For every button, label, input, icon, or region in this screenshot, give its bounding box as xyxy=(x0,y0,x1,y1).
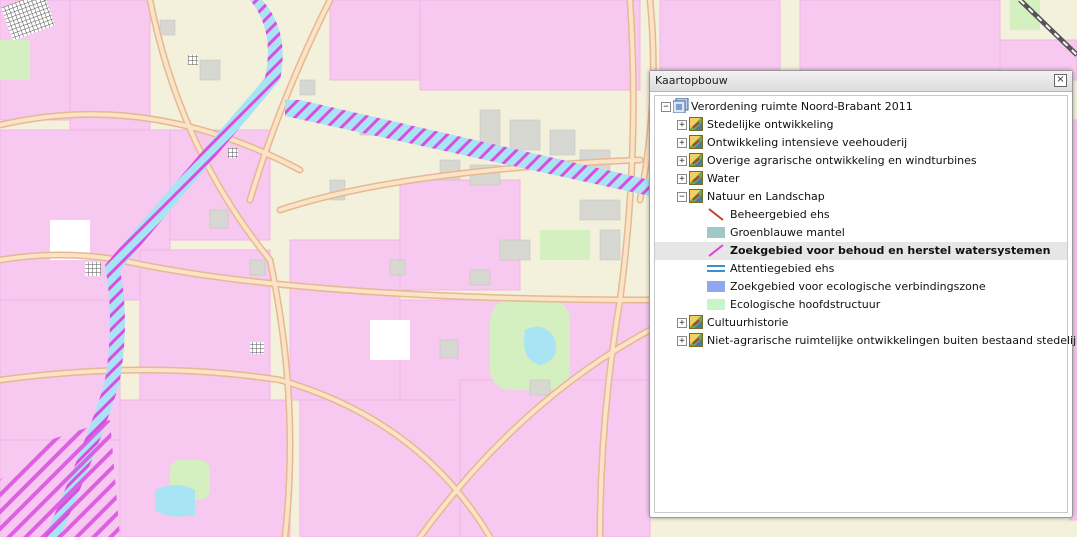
diagonal-line-icon xyxy=(708,244,724,257)
fill-swatch-icon xyxy=(707,299,725,310)
tree-group-stedelijke[interactable]: + Stedelijke ontwikkeling xyxy=(655,116,1067,134)
expand-icon[interactable]: + xyxy=(677,120,687,130)
tree-group-cultuurhistorie[interactable]: + Cultuurhistorie xyxy=(655,314,1067,332)
legend-item-label: Zoekgebied voor behoud en herstel waters… xyxy=(730,244,1051,257)
legend-item-verbindingszone[interactable]: Zoekgebied voor ecologische verbindingsz… xyxy=(655,278,1067,296)
legend-item-label: Ecologische hoofdstructuur xyxy=(730,298,881,311)
tree-group-niet-agrarisch[interactable]: + Niet-agrarische ruimtelijke ontwikkeli… xyxy=(655,332,1077,350)
legend-item-label: Attentiegebied ehs xyxy=(730,262,835,275)
layer-group-icon xyxy=(689,189,703,203)
tree-group-label: Overige agrarische ontwikkeling en windt… xyxy=(707,154,977,167)
legend-item-watersystemen[interactable]: Zoekgebied voor behoud en herstel waters… xyxy=(655,242,1067,260)
fill-swatch-icon xyxy=(707,281,725,292)
tree-group-agrarisch[interactable]: + Overige agrarische ontwikkeling en win… xyxy=(655,152,1067,170)
collapse-icon[interactable]: − xyxy=(661,102,671,112)
collapse-icon[interactable]: − xyxy=(677,192,687,202)
tree-group-veehouderij[interactable]: + Ontwikkeling intensieve veehouderij xyxy=(655,134,1067,152)
layers-panel: Kaartopbouw × − Verordening ruimte Noord… xyxy=(649,70,1077,518)
map-service-icon xyxy=(673,98,689,113)
expand-icon[interactable]: + xyxy=(677,336,687,346)
double-line-icon xyxy=(707,265,725,272)
legend-item-label: Beheergebied ehs xyxy=(730,208,830,221)
layer-group-icon xyxy=(689,171,703,185)
layer-group-icon xyxy=(689,315,703,329)
layer-group-icon xyxy=(689,153,703,167)
tree-group-label: Ontwikkeling intensieve veehouderij xyxy=(707,136,908,149)
panel-header[interactable]: Kaartopbouw × xyxy=(650,71,1072,92)
fill-swatch-icon xyxy=(707,227,725,238)
legend-item-hoofdstructuur[interactable]: Ecologische hoofdstructuur xyxy=(655,296,1067,314)
tree-group-label: Stedelijke ontwikkeling xyxy=(707,118,834,131)
legend-item-label: Groenblauwe mantel xyxy=(730,226,845,239)
tree-group-label: Water xyxy=(707,172,740,185)
close-icon[interactable]: × xyxy=(1054,74,1067,87)
layer-tree: − Verordening ruimte Noord-Brabant 2011 … xyxy=(654,95,1077,513)
tree-group-label: Niet-agrarische ruimtelijke ontwikkeling… xyxy=(707,334,1077,347)
expand-icon[interactable]: + xyxy=(677,156,687,166)
legend-item-beheergebied[interactable]: Beheergebied ehs xyxy=(655,206,1067,224)
legend-item-label: Zoekgebied voor ecologische verbindingsz… xyxy=(730,280,986,293)
diagonal-line-icon xyxy=(708,208,724,221)
tree-group-natuur[interactable]: − Natuur en Landschap xyxy=(655,188,1067,206)
legend-item-attentiegebied[interactable]: Attentiegebied ehs xyxy=(655,260,1067,278)
panel-title: Kaartopbouw xyxy=(655,74,728,87)
layer-group-icon xyxy=(689,117,703,131)
tree-group-label: Natuur en Landschap xyxy=(707,190,825,203)
tree-root-label: Verordening ruimte Noord-Brabant 2011 xyxy=(691,100,913,113)
tree-group-water[interactable]: + Water xyxy=(655,170,1067,188)
layer-group-icon xyxy=(689,333,703,347)
expand-icon[interactable]: + xyxy=(677,174,687,184)
expand-icon[interactable]: + xyxy=(677,138,687,148)
legend-item-groenblauwe[interactable]: Groenblauwe mantel xyxy=(655,224,1067,242)
tree-group-label: Cultuurhistorie xyxy=(707,316,789,329)
tree-root[interactable]: − Verordening ruimte Noord-Brabant 2011 xyxy=(655,98,1067,116)
expand-icon[interactable]: + xyxy=(677,318,687,328)
layer-group-icon xyxy=(689,135,703,149)
